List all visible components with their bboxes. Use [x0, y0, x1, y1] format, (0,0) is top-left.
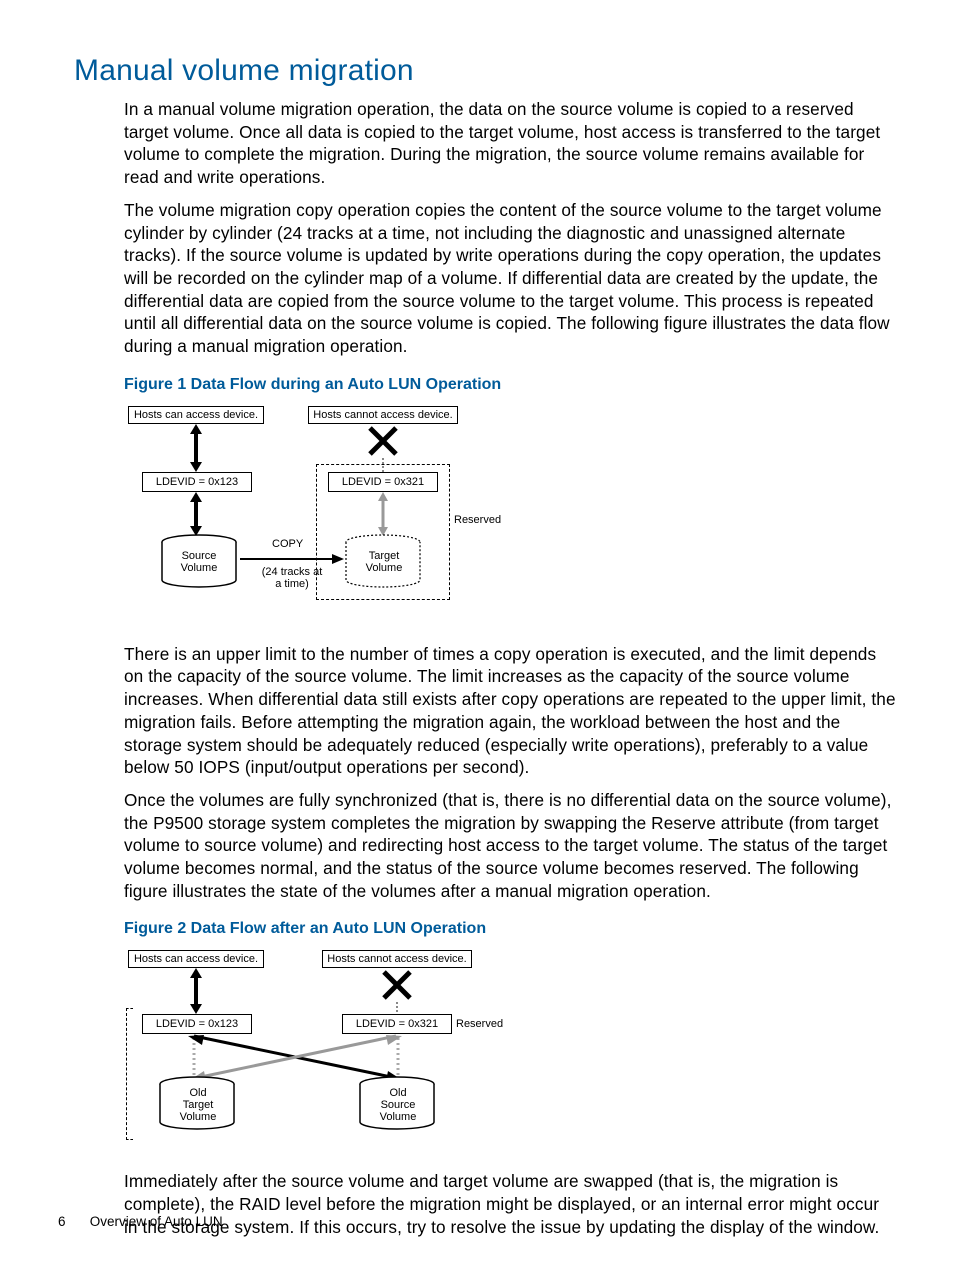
d1-reserved-label: Reserved — [454, 514, 501, 526]
footer-chapter-title: Overview of Auto LUN — [90, 1214, 223, 1229]
figure-1-caption: Figure 1 Data Flow during an Auto LUN Op… — [124, 376, 896, 394]
d2-hosts-can-box: Hosts can access device. — [128, 950, 264, 968]
paragraph-3: There is an upper limit to the number of… — [124, 643, 896, 779]
d1-copy-label: COPY — [272, 538, 303, 550]
d1-reserved-dashed-box — [316, 464, 450, 600]
d2-old-source-label: Old Source Volume — [376, 1088, 420, 1123]
page-footer: 6 Overview of Auto LUN — [58, 1214, 223, 1229]
d2-left-hosts-arrow — [188, 968, 204, 1014]
figure-2-caption: Figure 2 Data Flow after an Auto LUN Ope… — [124, 920, 896, 938]
page-number: 6 — [58, 1214, 86, 1229]
d2-left-dashed-box — [126, 1008, 133, 1140]
d2-hosts-cannot-box: Hosts cannot access device. — [322, 950, 472, 968]
d2-cross-icon — [382, 970, 412, 1000]
paragraph-5: Immediately after the source volume and … — [124, 1170, 896, 1238]
d2-old-target-label: Old Target Volume — [176, 1088, 220, 1123]
paragraph-4: Once the volumes are fully synchronized … — [124, 789, 896, 903]
section-heading: Manual volume migration — [74, 54, 896, 88]
d1-left-ldev-arrow — [188, 492, 204, 536]
paragraph-1: In a manual volume migration operation, … — [124, 98, 896, 189]
d1-source-label: Source Volume — [174, 550, 224, 574]
page-container: Manual volume migration In a manual volu… — [0, 0, 954, 1271]
d1-left-hosts-arrow — [188, 424, 204, 472]
d1-ldev-left-box: LDEVID = 0x123 — [142, 472, 252, 492]
figure-1-diagram: Hosts can access device. Hosts cannot ac… — [124, 404, 504, 619]
d2-ldev-left-box: LDEVID = 0x123 — [142, 1014, 252, 1034]
d2-ldev-right-box: LDEVID = 0x321 — [342, 1014, 452, 1034]
d1-hosts-can-box: Hosts can access device. — [128, 406, 264, 424]
figure-2-diagram: Hosts can access device. Hosts cannot ac… — [124, 948, 524, 1148]
d1-cross-icon — [368, 426, 398, 456]
paragraph-2: The volume migration copy operation copi… — [124, 199, 896, 358]
d1-hosts-cannot-box: Hosts cannot access device. — [308, 406, 458, 424]
content-column: In a manual volume migration operation, … — [124, 98, 896, 1239]
d2-reserved-label: Reserved — [456, 1018, 503, 1030]
